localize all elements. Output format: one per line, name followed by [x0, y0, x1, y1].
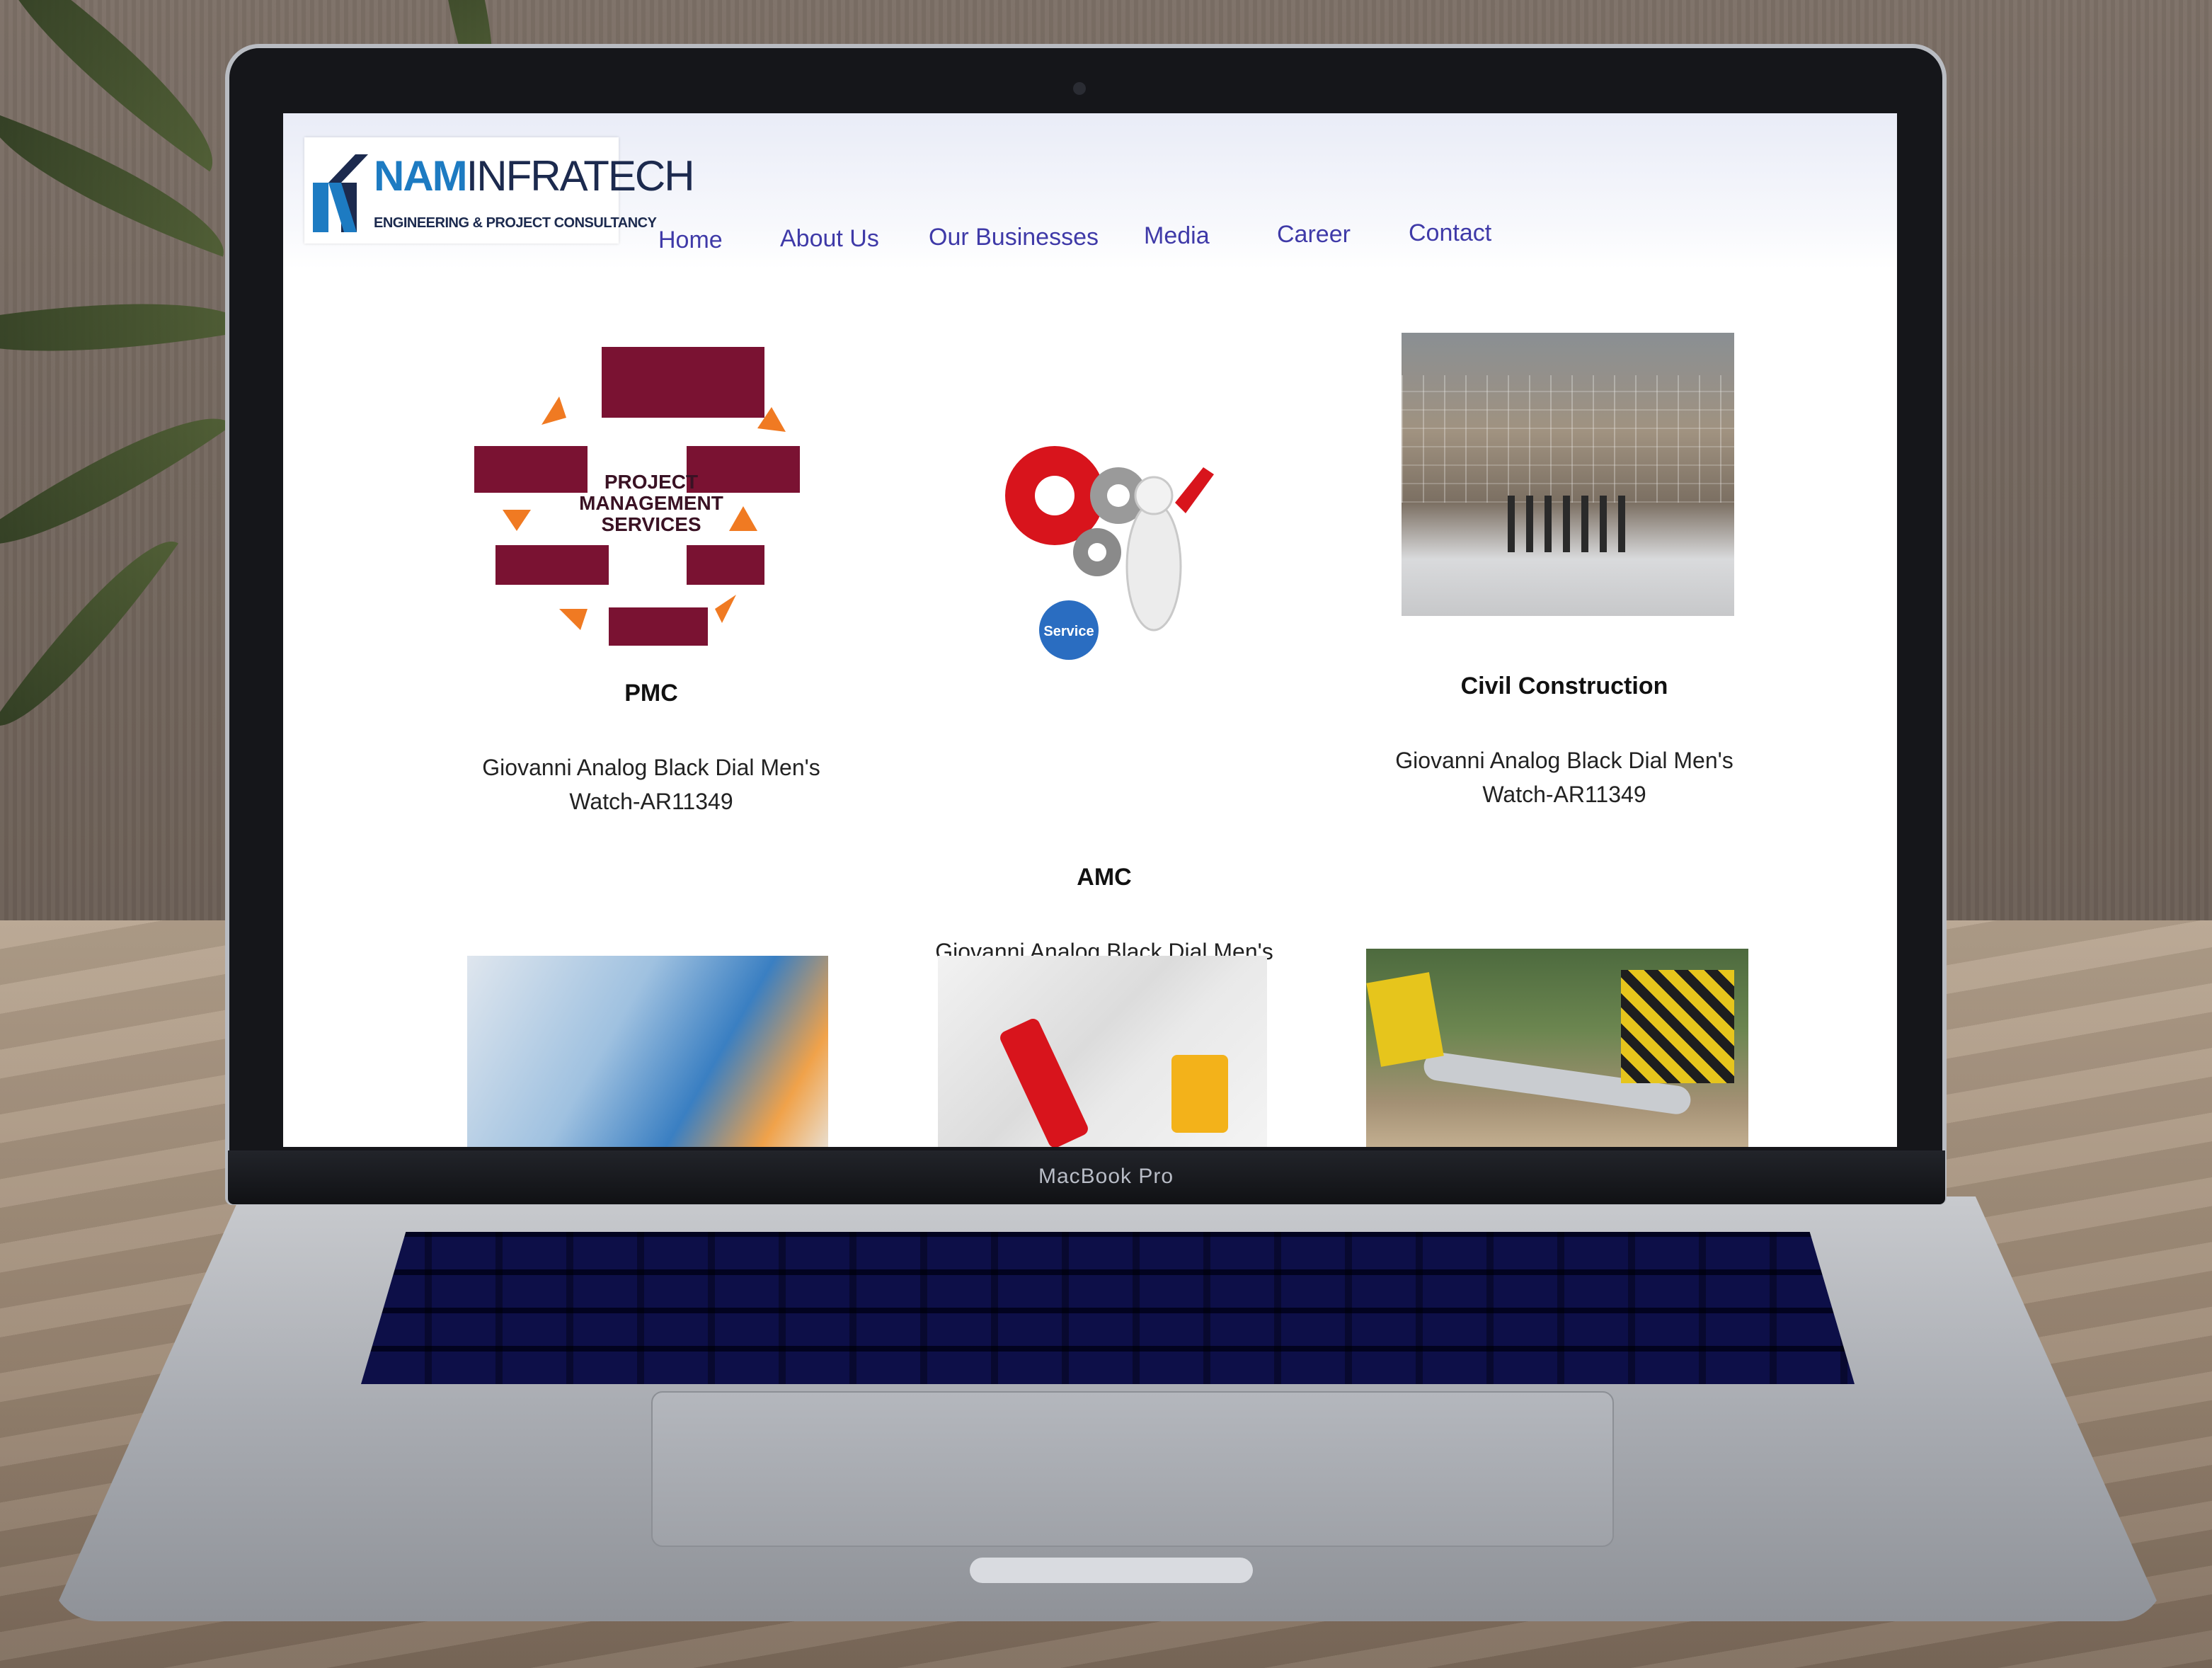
- logo-name-part2: INFRATECH: [466, 152, 695, 200]
- logo-tagline: ENGINEERING & PROJECT CONSULTANCY: [374, 215, 657, 231]
- pmc-diagram-image: PROJECT MANAGEMENT SERVICES: [474, 340, 828, 651]
- nav-our-businesses[interactable]: Our Businesses: [929, 224, 1099, 251]
- nav-career[interactable]: Career: [1277, 221, 1351, 249]
- keyboard: [361, 1232, 1855, 1384]
- nav-contact[interactable]: Contact: [1409, 219, 1491, 247]
- laptop-front-notch: [970, 1558, 1253, 1583]
- multimeter-icon: [1171, 1055, 1228, 1133]
- excavator-left: [1366, 972, 1444, 1067]
- pmc-cycle-diagram: PROJECT MANAGEMENT SERVICES: [474, 347, 800, 646]
- card-title-pmc: PMC: [624, 680, 678, 707]
- nav-media[interactable]: Media: [1144, 222, 1210, 250]
- electrical-tools-image[interactable]: [938, 956, 1267, 1147]
- site-logo[interactable]: NAMINFRATECH ENGINEERING & PROJECT CONSU…: [304, 137, 695, 244]
- pmc-image-text-1: PROJECT: [604, 471, 698, 493]
- workers-group: [1508, 496, 1635, 552]
- engineering-design-image[interactable]: [467, 956, 828, 1147]
- logo-name-part1: NAM: [374, 152, 468, 200]
- card-title-amc: AMC: [1077, 864, 1132, 891]
- photo-background: MacBook Pro NAMINFRATECH ENGINEERING & P…: [0, 0, 2212, 1668]
- site-header: NAMINFRATECH ENGINEERING & PROJECT CONSU…: [283, 113, 1897, 269]
- browser-viewport: NAMINFRATECH ENGINEERING & PROJECT CONSU…: [283, 113, 1897, 1147]
- service-badge-text: Service: [1043, 624, 1094, 639]
- pmc-image-text-2: MANAGEMENT: [579, 492, 723, 514]
- logo-mark-icon: [313, 154, 368, 232]
- card-description-civil-construction: Giovanni Analog Black Dial Men's Watch-A…: [1395, 748, 1734, 807]
- pmc-image-text-3: SERVICES: [601, 513, 701, 535]
- excavator-right: [1621, 970, 1734, 1083]
- device-model-label: MacBook Pro: [1038, 1165, 1174, 1188]
- card-description-pmc: Giovanni Analog Black Dial Men's Watch-A…: [482, 755, 820, 814]
- nav-home[interactable]: Home: [658, 227, 723, 254]
- pipeline-construction-image[interactable]: [1366, 949, 1748, 1147]
- construction-rebar-grid: [1402, 375, 1734, 503]
- nav-about-us[interactable]: About Us: [780, 225, 879, 253]
- logo-name: NAMINFRATECH: [374, 152, 695, 200]
- construction-site-image: [1402, 333, 1734, 616]
- business-card-civil-construction[interactable]: Civil Construction Giovanni Analog Black…: [1366, 326, 1763, 963]
- business-card-amc[interactable]: Service AMC Giovanni Analog Black Dial M…: [906, 340, 1302, 1019]
- amc-gears-image: Service: [963, 396, 1246, 694]
- business-card-pmc[interactable]: PROJECT MANAGEMENT SERVICES PMC Giovanni…: [453, 340, 849, 977]
- gear-icon: Service: [1005, 446, 1214, 660]
- camera-icon: [1073, 82, 1086, 95]
- trackpad: [651, 1391, 1614, 1547]
- pliers-icon: [997, 1016, 1091, 1147]
- card-title-civil-construction: Civil Construction: [1460, 673, 1668, 699]
